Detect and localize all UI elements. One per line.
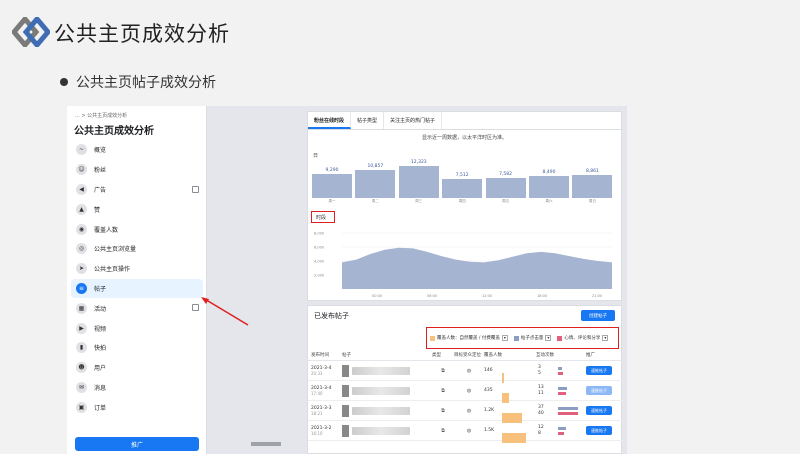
bullet-row: 公共主页帖子成效分析 (60, 72, 216, 92)
screenshot: ... > 公共主页成效分析 公共主页成效分析 ~ 概览 ☺ 粉丝 ◀ 广告 ▲ 赞 ◉ 覆盖人数… (67, 106, 627, 454)
logo-icon (12, 17, 50, 47)
slide-title: 公共主页成效分析 (54, 22, 230, 46)
slide-header: 公共主页成效分析 (0, 0, 800, 62)
bullet-text: 公共主页帖子成效分析 (76, 75, 216, 91)
bullet-dot (60, 78, 68, 86)
annotation-arrow (201, 297, 249, 326)
